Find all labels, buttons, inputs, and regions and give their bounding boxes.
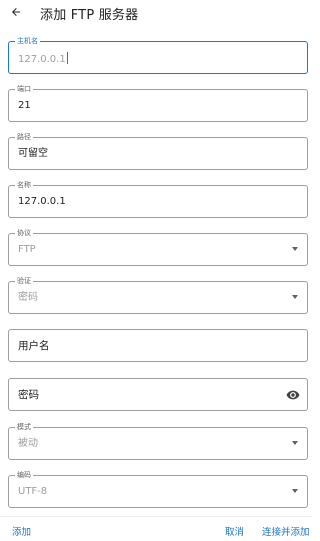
protocol-value: FTP — [18, 244, 36, 255]
mode-label: 模式 — [15, 423, 33, 431]
password-placeholder: 密码 — [18, 389, 39, 401]
host-input[interactable]: 127.0.0.1 — [18, 52, 68, 66]
dropdown-arrow-icon — [292, 295, 298, 299]
text-caret — [66, 52, 68, 64]
arrow-back-icon — [12, 8, 20, 16]
port-field[interactable]: 端口 21 — [8, 85, 308, 122]
port-input[interactable]: 21 — [18, 100, 31, 112]
host-label: 主机名 — [15, 37, 40, 45]
back-button[interactable] — [6, 2, 26, 22]
visibility-icon[interactable] — [286, 388, 300, 402]
protocol-select[interactable]: 协议 FTP — [8, 229, 308, 266]
add-button[interactable]: 添加 — [12, 527, 31, 539]
username-placeholder: 用户名 — [18, 340, 50, 352]
dropdown-arrow-icon — [292, 441, 298, 445]
dropdown-arrow-icon — [292, 489, 298, 493]
mode-select[interactable]: 模式 被动 — [8, 423, 308, 460]
port-label: 端口 — [15, 85, 33, 93]
auth-label: 验证 — [15, 277, 33, 285]
path-field[interactable]: 路径 可留空 — [8, 133, 308, 170]
cancel-button[interactable]: 取消 — [225, 527, 244, 539]
page-title: 添加 FTP 服务器 — [40, 8, 139, 23]
encoding-label: 编码 — [15, 471, 33, 479]
auth-select[interactable]: 验证 密码 — [8, 277, 308, 314]
host-field[interactable]: 主机名 127.0.0.1 — [8, 37, 308, 74]
connect-and-add-button[interactable]: 连接并添加 — [262, 527, 310, 539]
encoding-select[interactable]: 编码 UTF-8 — [8, 471, 308, 508]
password-field[interactable]: 密码 — [8, 378, 308, 411]
app-bar: 添加 FTP 服务器 — [0, 0, 312, 24]
path-label: 路径 — [15, 133, 33, 141]
auth-value: 密码 — [18, 292, 38, 303]
encoding-value: UTF-8 — [18, 486, 48, 497]
username-field[interactable]: 用户名 — [8, 329, 308, 362]
mode-value: 被动 — [18, 438, 38, 449]
name-field[interactable]: 名称 127.0.0.1 — [8, 181, 308, 218]
path-input[interactable]: 可留空 — [18, 148, 48, 160]
name-input[interactable]: 127.0.0.1 — [18, 196, 66, 208]
footer-divider — [0, 516, 312, 517]
name-label: 名称 — [15, 181, 33, 189]
protocol-label: 协议 — [15, 229, 33, 237]
dropdown-arrow-icon — [292, 247, 298, 251]
